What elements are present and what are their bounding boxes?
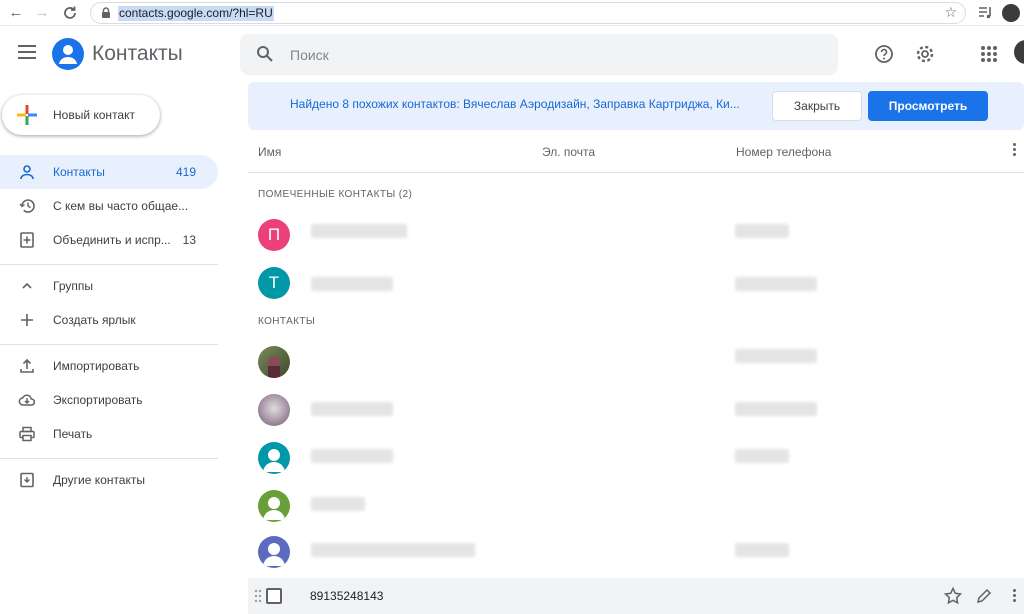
colored-plus-icon: [17, 105, 37, 125]
cloud-download-icon: [18, 394, 36, 406]
blurred-phone: [735, 224, 789, 238]
sidebar-item-print[interactable]: Печать: [0, 417, 218, 451]
sidebar-item-create-label[interactable]: Создать ярлык: [0, 303, 218, 337]
app-title: Контакты: [92, 42, 183, 65]
printer-icon: [19, 426, 35, 442]
drag-handle-icon[interactable]: [254, 589, 262, 603]
sidebar-item-contacts[interactable]: Контакты 419: [0, 155, 218, 189]
row-more-icon[interactable]: [1013, 589, 1017, 604]
main-menu-icon[interactable]: [18, 45, 36, 59]
blurred-name: [311, 497, 365, 511]
sidebar-item-label: Импортировать: [53, 359, 140, 373]
merge-count: 13: [182, 233, 196, 247]
blurred-name: [311, 224, 407, 238]
sidebar-item-label: Печать: [53, 427, 93, 441]
blurred-name: [311, 449, 393, 463]
forward-icon[interactable]: →: [32, 3, 52, 23]
sidebar-item-label: Объединить и испр...: [53, 233, 171, 247]
apps-grid-icon[interactable]: [978, 43, 1000, 65]
table-row[interactable]: [248, 528, 1024, 578]
table-row[interactable]: Т: [248, 259, 1024, 309]
chevron-up-icon: [22, 282, 32, 289]
row-checkbox[interactable]: [266, 588, 282, 604]
contacts-logo-icon: [52, 38, 84, 70]
new-contact-label: Новый контакт: [53, 108, 135, 122]
table-row[interactable]: [248, 338, 1024, 388]
sidebar-item-frequent[interactable]: С кем вы часто общае...: [0, 189, 218, 223]
sidebar-item-label: Группы: [53, 279, 93, 293]
person-icon: [20, 165, 34, 180]
sidebar-divider: [0, 458, 218, 459]
url-text: contacts.google.com/?hl=RU: [118, 6, 274, 21]
bookmark-star-icon[interactable]: ☆: [944, 4, 957, 21]
close-banner-button[interactable]: Закрыть: [772, 91, 862, 121]
duplicates-banner: Найдено 8 похожих контактов: Вячеслав Аэ…: [248, 82, 1024, 130]
avatar: П: [258, 219, 290, 251]
sidebar-item-merge[interactable]: Объединить и испр... 13: [0, 223, 218, 257]
header-divider: [248, 172, 1024, 173]
edit-pencil-icon[interactable]: [974, 586, 994, 606]
star-icon[interactable]: [943, 586, 963, 606]
search-input[interactable]: [290, 34, 810, 75]
avatar: [258, 394, 290, 426]
account-avatar[interactable]: [1014, 40, 1024, 64]
blurred-phone: [735, 277, 817, 291]
starred-section-label: ПОМЕЧЕННЫЕ КОНТАКТЫ (2): [258, 189, 413, 200]
more-options-icon[interactable]: [1013, 143, 1017, 158]
sidebar-item-import[interactable]: Импортировать: [0, 349, 218, 383]
blurred-phone: [735, 543, 789, 557]
blurred-name: [311, 543, 475, 557]
sidebar-divider: [0, 344, 218, 345]
sidebar-item-label: Другие контакты: [53, 473, 145, 487]
banner-text: Найдено 8 похожих контактов: Вячеслав Аэ…: [290, 97, 740, 111]
sidebar-divider: [0, 264, 218, 265]
column-header-phone[interactable]: Номер телефона: [736, 145, 831, 159]
blurred-phone: [735, 402, 817, 416]
back-icon[interactable]: ←: [6, 3, 26, 23]
avatar: [258, 490, 290, 522]
search-icon[interactable]: [256, 45, 274, 63]
contacts-count: 419: [175, 165, 196, 179]
avatar: [258, 442, 290, 474]
table-row[interactable]: [248, 386, 1024, 436]
sidebar-item-label: Создать ярлык: [53, 313, 136, 327]
address-bar[interactable]: contacts.google.com/?hl=RU ☆: [90, 2, 966, 24]
blurred-name: [311, 402, 393, 416]
contact-name: 89135248143: [310, 589, 384, 603]
upload-icon: [20, 358, 34, 373]
table-row[interactable]: П: [248, 211, 1024, 261]
merge-icon: [20, 232, 34, 248]
sidebar-item-label: Контакты: [53, 165, 105, 179]
contacts-section-label: КОНТАКТЫ: [258, 316, 316, 327]
history-icon: [19, 199, 35, 213]
help-icon[interactable]: [873, 43, 895, 65]
browser-toolbar: ← → contacts.google.com/?hl=RU ☆: [0, 0, 1024, 26]
table-row[interactable]: [248, 434, 1024, 484]
blurred-phone: [735, 349, 817, 363]
new-contact-button[interactable]: Новый контакт: [2, 95, 160, 135]
sidebar-item-other-contacts[interactable]: Другие контакты: [0, 463, 218, 497]
sidebar-item-label: С кем вы часто общае...: [53, 199, 189, 213]
avatar: Т: [258, 267, 290, 299]
avatar: [258, 536, 290, 568]
blurred-phone: [735, 449, 789, 463]
blurred-name: [311, 277, 393, 291]
settings-gear-icon[interactable]: [914, 43, 936, 65]
reload-icon[interactable]: [60, 3, 80, 23]
archive-icon: [20, 472, 34, 488]
sidebar-item-label: Экспортировать: [53, 393, 143, 407]
search-bar[interactable]: [240, 34, 838, 75]
sidebar-item-export[interactable]: Экспортировать: [0, 383, 218, 417]
sidebar-item-groups[interactable]: Группы: [0, 269, 218, 303]
avatar: [258, 346, 290, 378]
lock-icon: [102, 7, 110, 18]
profile-avatar[interactable]: [1002, 4, 1020, 22]
column-header-name[interactable]: Имя: [258, 145, 281, 159]
table-row[interactable]: [248, 482, 1024, 532]
column-header-email[interactable]: Эл. почта: [542, 145, 595, 159]
media-control-icon[interactable]: [976, 4, 994, 22]
table-row-hovered[interactable]: 89135248143: [248, 578, 1024, 614]
view-duplicates-button[interactable]: Просмотреть: [868, 91, 988, 121]
plus-icon: [21, 314, 33, 326]
